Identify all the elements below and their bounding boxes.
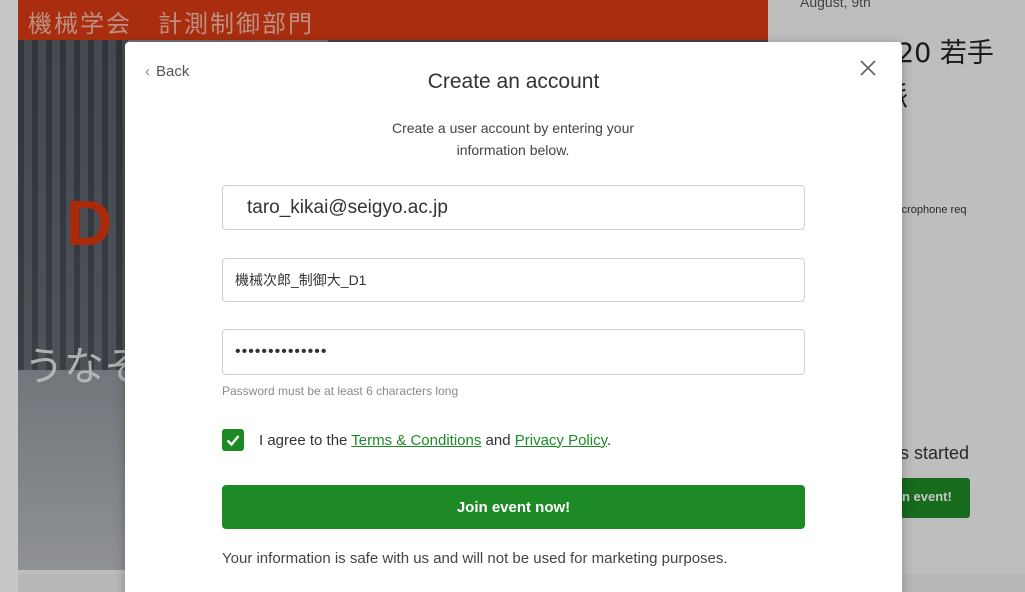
checkmark-icon	[226, 435, 240, 447]
terms-agreement-row: I agree to the Terms & Conditions and Pr…	[222, 428, 611, 452]
agree-suffix: .	[606, 431, 612, 449]
privacy-note: Your information is safe with us and wil…	[222, 550, 728, 567]
terms-agreement-text: I agree to the Terms & Conditions and Pr…	[259, 432, 611, 449]
email-field[interactable]	[222, 185, 805, 230]
display-name-field[interactable]	[222, 258, 805, 302]
modal-subtitle: Create a user account by entering your i…	[391, 120, 635, 158]
agree-mid: and	[481, 431, 515, 449]
create-account-modal: ‹ Back Create an account Create a user ac…	[125, 42, 902, 592]
privacy-link[interactable]: Privacy Policy	[515, 432, 607, 449]
join-event-button[interactable]: Join event now!	[222, 485, 805, 529]
modal-title: Create an account	[427, 70, 600, 93]
password-hint: Password must be at least 6 characters l…	[222, 384, 459, 398]
terms-link[interactable]: Terms & Conditions	[351, 432, 481, 449]
agree-prefix: I agree to the	[259, 431, 352, 449]
terms-checkbox[interactable]	[222, 429, 244, 451]
password-field[interactable]	[222, 329, 805, 375]
